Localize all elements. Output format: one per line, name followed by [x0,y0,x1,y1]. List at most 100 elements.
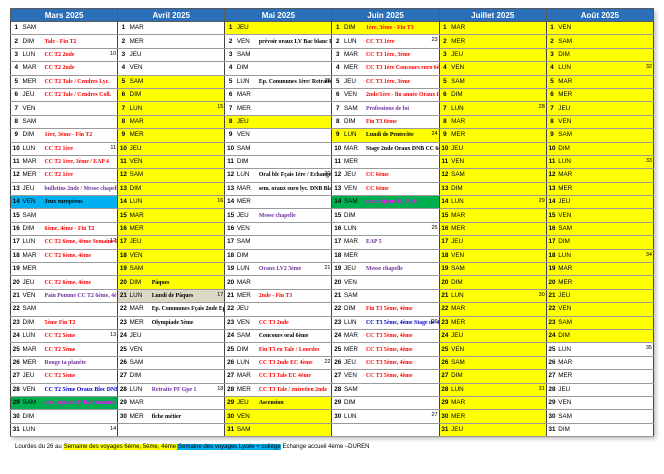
day-note-cell[interactable]: CC T3 5ème, 4ème Stage de 4ème26 [365,316,440,330]
day-note-cell[interactable] [150,21,226,36]
day-note-cell[interactable] [472,128,547,143]
day-note-cell[interactable]: sem. oraux euro lyc. DNB Blanc 2 [257,182,333,197]
day-note-cell[interactable]: CC T2 1ère 11 [43,142,119,156]
day-note-cell[interactable] [472,316,547,330]
day-note-cell[interactable] [472,21,547,36]
day-note-cell[interactable]: CC T3 1ère Concours euro 6ème [365,61,440,76]
day-note-cell[interactable] [150,396,226,411]
day-note-cell[interactable]: fiche métier [150,409,226,424]
day-note-cell[interactable]: 5ème Fin T2 [43,316,119,330]
day-note-cell[interactable] [472,115,547,130]
day-note-cell[interactable]: Ascension [257,396,333,411]
day-note-cell[interactable] [579,262,655,277]
day-note-cell[interactable]: 1ère, 3ème - Fin T3 [365,21,440,36]
day-note-cell[interactable] [150,356,226,371]
day-note-cell[interactable] [257,155,333,170]
day-note-cell[interactable]: bulletins 2nde / Messe chapelle CC T2 3è… [43,182,119,197]
day-note-cell[interactable] [150,222,226,237]
day-note-cell[interactable]: 2nde - Fin T3 [257,289,333,304]
day-note-cell[interactable] [472,48,547,63]
day-note-cell[interactable]: Messe chapelle [365,262,440,277]
day-note-cell[interactable] [150,61,226,76]
day-note-cell[interactable]: Oraux LV2 3ème 21 [257,262,333,277]
day-note-cell[interactable]: Jeux européens [43,195,119,210]
day-note-cell[interactable]: CC T3 1ère, 3ème [365,75,440,89]
day-note-cell[interactable] [365,275,440,290]
day-note-cell[interactable]: Pain Pomme CC T2 6ème, 4ème [43,289,119,304]
day-note-cell[interactable]: Lundi de Pâques 17 [150,289,226,304]
day-note-cell[interactable] [472,423,547,438]
day-note-cell[interactable] [43,262,119,277]
day-note-cell[interactable] [579,75,655,89]
day-note-cell[interactable] [579,275,655,290]
day-note-cell[interactable]: EAP 5 [365,235,440,250]
day-note-cell[interactable] [579,289,655,304]
day-note-cell[interactable] [150,329,226,344]
day-note-cell[interactable]: CC T3 5ème, 4ème [365,329,440,344]
day-note-cell[interactable]: Concours oral 6ème [257,329,333,344]
day-note-cell[interactable] [257,275,333,290]
day-note-cell[interactable]: 33 [579,155,655,170]
day-note-cell[interactable] [257,21,333,36]
day-note-cell[interactable] [257,302,333,317]
day-note-cell[interactable] [257,409,333,424]
day-note-cell[interactable] [43,208,119,223]
day-note-cell[interactable] [579,316,655,330]
day-note-cell[interactable] [150,369,226,384]
day-note-cell[interactable] [472,329,547,344]
day-note-cell[interactable] [579,195,655,210]
day-note-cell[interactable]: CC T3 5ème, 4ème [365,356,440,371]
day-note-cell[interactable]: CC T3 2nde EC 4ème 22 [257,356,333,371]
day-note-cell[interactable]: 14 [43,423,119,438]
day-note-cell[interactable] [472,142,547,156]
day-note-cell[interactable] [579,34,655,49]
day-note-cell[interactable] [43,115,119,130]
day-note-cell[interactable]: CC 6ème [365,168,440,183]
day-note-cell[interactable] [150,423,226,438]
day-note-cell[interactable] [472,75,547,89]
day-note-cell[interactable]: Professions de foi [365,101,440,116]
day-note-cell[interactable]: Messe chapelle [257,208,333,223]
day-note-cell[interactable] [579,383,655,397]
day-note-cell[interactable]: CC T3 2nde [257,316,333,330]
day-note-cell[interactable]: CC T2 5ème [43,342,119,357]
day-note-cell[interactable] [472,342,547,357]
day-note-cell[interactable] [257,249,333,264]
day-note-cell[interactable]: CC T3 1ère, 3ème [365,48,440,63]
day-note-cell[interactable] [472,88,547,103]
day-note-cell[interactable]: Rouge ta planète [43,356,119,371]
day-note-cell[interactable] [365,289,440,304]
day-note-cell[interactable]: CC T3 5ème, 4ème [365,369,440,384]
day-note-cell[interactable] [150,235,226,250]
day-note-cell[interactable] [579,423,655,438]
day-note-cell[interactable]: 6ème, 4ème - Fin T2 [43,222,119,237]
day-note-cell[interactable]: CC T3 Tale EC 4ème [257,369,333,384]
day-note-cell[interactable]: CC T2 5ème 13 [43,329,119,344]
day-note-cell[interactable]: CC T2 6ème, 4ème Semaine Laïcité12 [43,235,119,250]
day-note-cell[interactable]: Lundi de Pentecôte 24 [365,128,440,143]
day-note-cell[interactable] [472,235,547,250]
day-note-cell[interactable]: CC T2 5ème Oraux Bloc DNB [43,383,119,397]
day-note-cell[interactable] [472,61,547,76]
day-note-cell[interactable] [579,356,655,371]
day-note-cell[interactable]: CC T2 1ère [43,168,119,183]
day-note-cell[interactable] [150,34,226,49]
day-note-cell[interactable] [579,142,655,156]
day-note-cell[interactable]: CC T3 5ème, 4ème [365,342,440,357]
day-note-cell[interactable]: CC T2 6ème, 4ème [43,249,119,264]
day-note-cell[interactable] [579,409,655,424]
day-note-cell[interactable] [257,423,333,438]
day-note-cell[interactable]: Pâques [150,275,226,290]
day-note-cell[interactable] [472,275,547,290]
day-note-cell[interactable]: sem. séjours 3ᵉ-Tale Semaine des voyages… [43,396,119,411]
day-note-cell[interactable]: Oral blc Fçais 1ère / Echange 2nde DNB B… [257,168,333,183]
day-note-cell[interactable]: 2nde/1ère - fin année Oraux LV 4e [365,88,440,103]
day-note-cell[interactable]: 25 [365,222,440,237]
day-note-cell[interactable] [579,329,655,344]
day-note-cell[interactable] [150,142,226,156]
day-note-cell[interactable] [579,369,655,384]
day-note-cell[interactable]: 16 [150,195,226,210]
day-note-cell[interactable]: Tale - Fin T2 [43,34,119,49]
day-note-cell[interactable] [43,101,119,116]
day-note-cell[interactable] [472,396,547,411]
